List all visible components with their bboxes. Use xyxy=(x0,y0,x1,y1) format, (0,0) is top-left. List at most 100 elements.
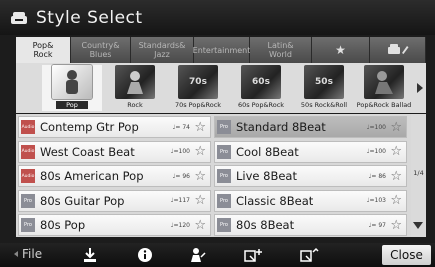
audio-badge: Audio xyxy=(21,169,35,183)
favorite-star-icon[interactable]: ☆ xyxy=(390,170,402,183)
style-item[interactable]: Audio 80s American Pop ♩= 96 ☆ xyxy=(18,165,211,187)
pro-badge: Pro xyxy=(21,218,35,232)
audio-badge: Audio xyxy=(21,144,35,159)
style-tempo: ♩= 97 xyxy=(368,221,386,229)
favorite-star-icon[interactable]: ☆ xyxy=(194,170,206,183)
favorite-star-icon[interactable]: ☆ xyxy=(194,194,206,207)
favorite-star-icon[interactable]: ☆ xyxy=(390,121,402,134)
pro-badge: Pro xyxy=(217,193,231,208)
style-name: Standard 8Beat xyxy=(236,120,326,134)
favorite-star-icon[interactable]: ☆ xyxy=(390,194,402,207)
ballad-thumbnail xyxy=(364,65,404,99)
page-indicator: 1/4 xyxy=(413,169,424,177)
remove-favorite-icon[interactable] xyxy=(300,246,320,264)
style-name: 80s American Pop xyxy=(40,169,144,183)
style-list-left-column: Audio Contemp Gtr Pop ♩= 74 ☆ Audio West… xyxy=(18,116,211,239)
style-item-selected[interactable]: Pro Standard 8Beat ♩=100 ☆ xyxy=(214,116,407,138)
pop-thumbnail xyxy=(52,65,92,99)
style-tempo: ♩= 96 xyxy=(172,172,190,180)
tab-label: Pop& xyxy=(32,41,54,50)
tab-standards-jazz[interactable]: Standards& Jazz xyxy=(131,37,194,63)
subcat-50s-rock-roll[interactable]: 50s 50s Rock&Roll xyxy=(294,65,354,111)
style-tempo: ♩=103 xyxy=(366,197,386,204)
favorite-star-icon[interactable]: ☆ xyxy=(390,145,402,158)
style-list-right-column: Pro Standard 8Beat ♩=100 ☆ Pro Cool 8Bea… xyxy=(214,116,407,239)
style-tempo: ♩= 74 xyxy=(172,123,190,131)
pro-badge: Pro xyxy=(217,120,231,134)
scroll-down-icon[interactable] xyxy=(413,222,423,229)
bottom-toolbar: File Close xyxy=(0,243,435,267)
style-tempo: ♩=120 xyxy=(170,221,190,229)
style-item[interactable]: Pro Cool 8Beat ♩=100 ☆ xyxy=(214,140,407,163)
title-bar: Style Select xyxy=(0,0,435,35)
subcat-pop[interactable]: Pop xyxy=(42,65,102,111)
style-item[interactable]: Pro 80s 8Beat ♩= 97 ☆ xyxy=(214,214,407,236)
user-register-icon[interactable] xyxy=(188,246,208,264)
file-label: File xyxy=(22,247,43,261)
tab-label: Jazz xyxy=(154,50,170,59)
subcategory-strip: Pop Rock 70s 70s Pop&Rock 60s 60s Pop&Ro… xyxy=(16,63,426,113)
subcat-pop-rock-ballad[interactable]: Pop&Rock Ballad xyxy=(354,65,414,111)
file-arrow-icon xyxy=(14,251,18,257)
style-item[interactable]: Pro 80s Guitar Pop ♩=117 ☆ xyxy=(18,189,211,212)
style-name: 80s Pop xyxy=(40,218,86,232)
style-select-screen: Style Select Pop& Rock Country& Blues St… xyxy=(0,0,435,267)
tab-favorite[interactable]: ★ xyxy=(312,37,370,63)
style-item[interactable]: Pro Live 8Beat ♩= 86 ☆ xyxy=(214,165,407,187)
tab-label: Latin& xyxy=(267,41,294,50)
subcat-label: 50s Rock&Roll xyxy=(300,101,348,109)
pro-badge: Pro xyxy=(217,218,231,232)
style-name: West Coast Beat xyxy=(40,144,135,159)
style-name: Live 8Beat xyxy=(236,169,297,183)
style-name: Classic 8Beat xyxy=(236,193,314,208)
file-button[interactable]: File xyxy=(14,247,42,261)
style-tempo: ♩= 86 xyxy=(368,172,386,180)
style-item[interactable]: Pro 80s Pop ♩=120 ☆ xyxy=(18,214,211,236)
style-item[interactable]: Audio West Coast Beat ♩=100 ☆ xyxy=(18,140,211,163)
favorite-star-icon[interactable]: ☆ xyxy=(390,219,402,232)
subcat-label: 60s Pop&Rock xyxy=(237,101,285,109)
style-list: Audio Contemp Gtr Pop ♩= 74 ☆ Audio West… xyxy=(16,114,411,237)
rock-thumbnail xyxy=(115,65,155,99)
subcat-label: Rock xyxy=(127,101,143,109)
tab-entertainment[interactable]: Entertainment xyxy=(192,37,251,63)
style-tempo: ♩=100 xyxy=(366,148,386,155)
70s-thumbnail: 70s xyxy=(178,65,218,99)
info-icon[interactable] xyxy=(135,246,155,264)
subcat-60s-pop-rock[interactable]: 60s 60s Pop&Rock xyxy=(231,65,291,111)
style-item[interactable]: Audio Contemp Gtr Pop ♩= 74 ☆ xyxy=(18,116,211,138)
subcat-70s-pop-rock[interactable]: 70s 70s Pop&Rock xyxy=(168,65,228,111)
tab-country-blues[interactable]: Country& Blues xyxy=(71,37,131,63)
tab-user[interactable] xyxy=(370,37,426,63)
pro-badge: Pro xyxy=(217,144,231,159)
subcat-label: Pop xyxy=(56,101,88,109)
tab-label: Blues xyxy=(89,50,112,59)
50s-thumbnail: 50s xyxy=(304,65,344,99)
favorite-star-icon[interactable]: ☆ xyxy=(194,145,206,158)
close-button[interactable]: Close xyxy=(382,245,431,265)
style-name: 80s Guitar Pop xyxy=(40,193,125,208)
style-item[interactable]: Pro Classic 8Beat ♩=103 ☆ xyxy=(214,189,407,212)
tab-label: Country& xyxy=(81,41,120,50)
subcat-next-icon[interactable] xyxy=(417,83,423,93)
favorite-star-icon[interactable]: ☆ xyxy=(194,219,206,232)
subcat-label: 70s Pop&Rock xyxy=(174,101,222,109)
tab-pop-rock[interactable]: Pop& Rock xyxy=(16,37,71,63)
save-icon[interactable] xyxy=(80,246,100,264)
list-sidebar: 1/4 xyxy=(411,114,426,237)
tab-latin-world[interactable]: Latin& World xyxy=(250,37,312,63)
60s-thumbnail: 60s xyxy=(241,65,281,99)
tab-label: Entertainment xyxy=(192,45,251,55)
style-name: 80s 8Beat xyxy=(236,218,295,232)
tab-label: World xyxy=(269,50,292,59)
tab-label: Standards& xyxy=(138,41,186,50)
star-icon: ★ xyxy=(335,43,346,57)
style-icon xyxy=(10,11,28,25)
add-favorite-icon[interactable] xyxy=(244,246,264,264)
category-tabs: Pop& Rock Country& Blues Standards& Jazz… xyxy=(16,37,426,63)
subcat-rock[interactable]: Rock xyxy=(105,65,165,111)
favorite-star-icon[interactable]: ☆ xyxy=(194,121,206,134)
audio-badge: Audio xyxy=(21,120,35,134)
style-tempo: ♩=100 xyxy=(366,123,386,131)
style-tempo: ♩=100 xyxy=(170,148,190,155)
